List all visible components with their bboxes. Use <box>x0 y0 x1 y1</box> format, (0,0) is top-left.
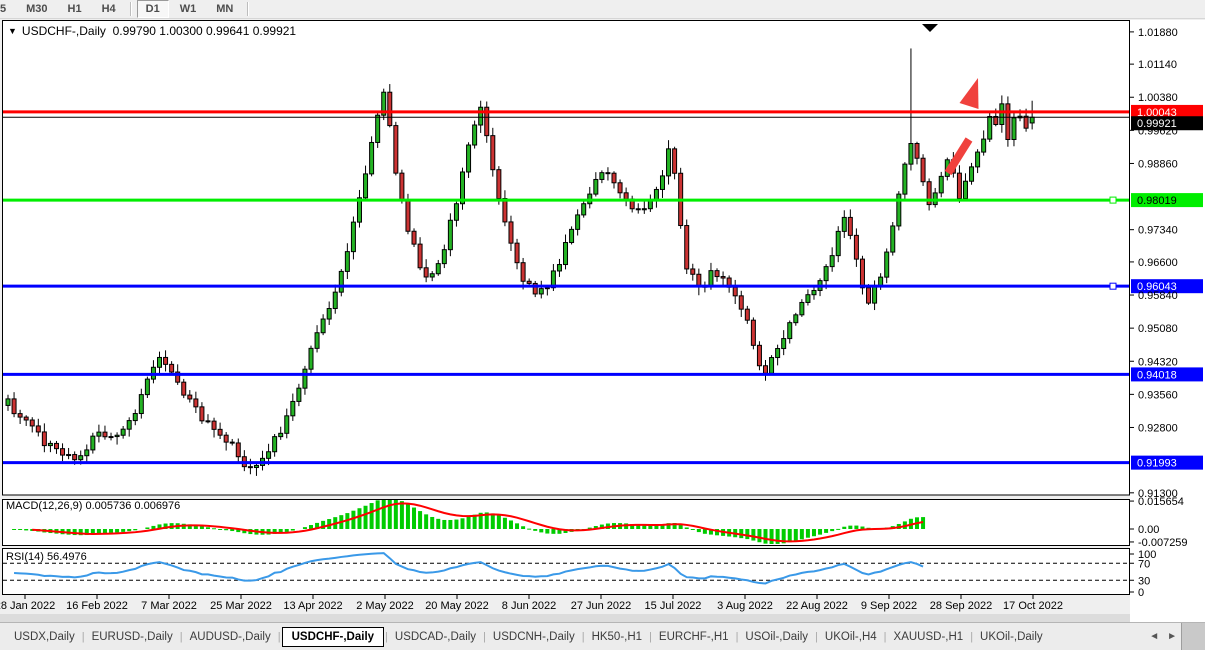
chart-tab-ukoil-daily[interactable]: UKOil-,Daily <box>974 627 1049 647</box>
timeframe-button-d1[interactable]: D1 <box>136 0 169 18</box>
chart-tab-usdcnh-daily[interactable]: USDCNH-,Daily <box>487 627 581 647</box>
tab-divider: | <box>179 630 183 643</box>
tab-divider: | <box>649 630 652 643</box>
chart-tab-usdcad-daily[interactable]: USDCAD-,Daily <box>389 627 482 647</box>
svg-text:0.98019: 0.98019 <box>1137 195 1177 207</box>
tab-divider: | <box>970 630 974 643</box>
timeframe-button-h4[interactable]: H4 <box>93 0 125 18</box>
timeframe-button-5[interactable]: 5 <box>0 0 15 18</box>
date-tick-label: 27 Jun 2022 <box>571 600 632 612</box>
price-tick-label: 0.97340 <box>1138 225 1178 237</box>
timeframe-toolbar: 5 M30 H1 H4 D1 W1 MN <box>0 0 1205 19</box>
chart-canvas[interactable]: 1.000430.999210.980190.960430.940180.919… <box>0 19 1205 622</box>
timeframe-button-mn[interactable]: MN <box>207 0 242 18</box>
date-tick-label: 28 Sep 2022 <box>930 600 992 612</box>
date-tick-label: 9 Sep 2022 <box>861 600 917 612</box>
svg-text:0.91993: 0.91993 <box>1137 458 1177 470</box>
price-tick-label: 0.93560 <box>1138 389 1178 401</box>
tab-divider: | <box>385 630 388 643</box>
chart-tab-xauusd-h1[interactable]: XAUUSD-,H1 <box>888 627 970 647</box>
tab-divider: | <box>581 630 585 643</box>
date-tick-label: 15 Jul 2022 <box>645 600 702 612</box>
chart-tab-hk50-h1[interactable]: HK50-,H1 <box>586 627 649 647</box>
macd-scale-label: -0.007259 <box>1138 537 1188 549</box>
date-tick-label: 17 Oct 2022 <box>1003 600 1063 612</box>
date-tick-label: 25 Mar 2022 <box>210 600 272 612</box>
chart-tab-audusd-daily[interactable]: AUDUSD-,Daily <box>184 627 277 647</box>
macd-panel <box>2 499 1130 546</box>
chart-tab-usoil-daily[interactable]: USOil-,Daily <box>739 627 814 647</box>
tab-divider: | <box>277 630 281 643</box>
date-tick-label: 13 Apr 2022 <box>283 600 342 612</box>
chart-tab-usdchf-daily[interactable]: USDCHF-,Daily <box>281 626 385 647</box>
timeframe-button-m30[interactable]: M30 <box>17 0 56 18</box>
toolbar-separator <box>129 2 132 16</box>
toolbar-separator <box>247 2 250 16</box>
date-tick-label: 8 Jun 2022 <box>502 600 556 612</box>
chart-tab-eurusd-daily[interactable]: EURUSD-,Daily <box>86 627 179 647</box>
tabbar-corner <box>1181 623 1205 650</box>
line-handle[interactable] <box>1109 282 1117 290</box>
chart-tab-eurchf-h1[interactable]: EURCHF-,H1 <box>653 627 735 647</box>
price-tick-label: 1.01880 <box>1138 27 1178 39</box>
tab-divider: | <box>815 630 818 643</box>
date-tick-label: 22 Aug 2022 <box>786 600 848 612</box>
price-tick-label: 0.99620 <box>1138 125 1178 137</box>
date-tick-label: 7 Mar 2022 <box>141 600 197 612</box>
svg-text:0.94018: 0.94018 <box>1137 369 1177 381</box>
rsi-scale-label: 0 <box>1138 587 1144 599</box>
tab-divider: | <box>883 630 887 643</box>
bottom-strip <box>0 614 1130 622</box>
tab-scroll-right-icon[interactable]: ► <box>1167 631 1177 642</box>
chart-tab-ukoil-h4[interactable]: UKOil-,H4 <box>819 627 883 647</box>
price-tick-label: 0.98860 <box>1138 158 1178 170</box>
tab-divider: | <box>81 630 85 643</box>
timeframe-button-h1[interactable]: H1 <box>59 0 91 18</box>
price-tick-label: 1.01140 <box>1138 59 1177 71</box>
chart-tab-usdx-daily[interactable]: USDX,Daily <box>8 627 81 647</box>
rsi-scale-label: 70 <box>1138 558 1150 570</box>
rsi-scale-label: 30 <box>1138 575 1150 587</box>
chart-window: 1.00043 0.99921 0.98019 0.96043 0.94018 0.919… <box>0 19 1205 622</box>
date-tick-label: 2 May 2022 <box>356 600 413 612</box>
date-tick-label: 20 May 2022 <box>425 600 489 612</box>
tab-divider: | <box>483 630 486 643</box>
chart-tab-bar: USDX,Daily | EURUSD-,Daily | AUDUSD-,Daily | U… <box>0 622 1205 650</box>
macd-scale-label: 0.00 <box>1138 524 1159 536</box>
price-tick-label: 0.94320 <box>1138 356 1178 368</box>
date-tick-label: 3 Aug 2022 <box>717 600 773 612</box>
tab-divider: | <box>735 630 739 643</box>
date-tick-label: 28 Jan 2022 <box>0 600 55 612</box>
price-tick-label: 0.95840 <box>1138 290 1178 302</box>
price-tick-label: 0.96600 <box>1138 257 1178 269</box>
line-handle[interactable] <box>1109 196 1117 204</box>
price-tick-label: 0.95080 <box>1138 323 1178 335</box>
price-tick-label: 0.92800 <box>1138 422 1178 434</box>
date-tick-label: 16 Feb 2022 <box>66 600 128 612</box>
tab-scroll-left-icon[interactable]: ◄ <box>1149 631 1159 642</box>
price-tick-label: 1.00380 <box>1138 92 1178 104</box>
timeframe-button-w1[interactable]: W1 <box>171 0 206 18</box>
macd-scale-label: 0.015654 <box>1138 496 1184 508</box>
mt4-window: 5 M30 H1 H4 D1 W1 MN 1.00043 0.99921 0.98019 0.96… <box>0 0 1205 650</box>
